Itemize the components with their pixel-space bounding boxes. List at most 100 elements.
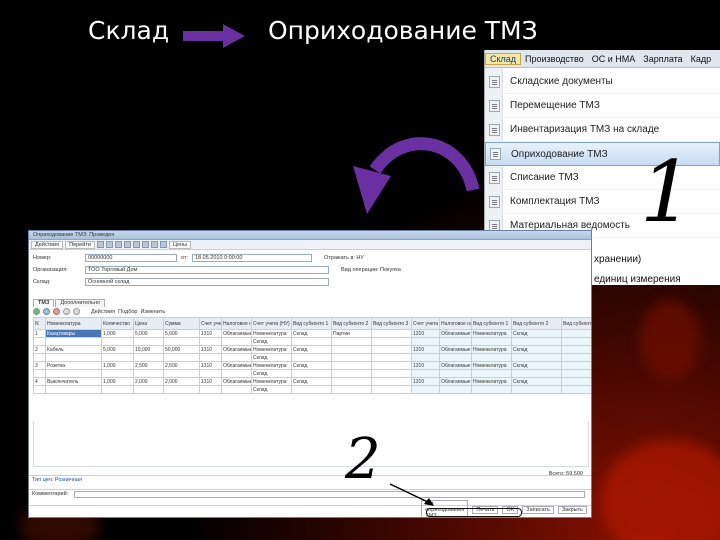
col-header[interactable]: Вид субконто 2	[331, 317, 372, 330]
date-field[interactable]: 18.05.2010 0:00:00	[192, 253, 312, 262]
cell[interactable]: Номенклатура	[251, 377, 292, 386]
cell[interactable]	[561, 329, 591, 338]
cell[interactable]: 5,000	[133, 329, 164, 338]
unpost-icon[interactable]	[114, 241, 122, 248]
post-icon[interactable]	[105, 241, 113, 248]
cell[interactable]: Номенклатура	[471, 361, 512, 370]
cell[interactable]: Склад	[511, 361, 562, 370]
menu-item-transfer[interactable]: Перемещение ТМЗ	[485, 94, 720, 118]
save-button[interactable]: Записать	[522, 506, 554, 514]
save-icon[interactable]	[96, 241, 104, 248]
cell[interactable]: Склад	[291, 361, 332, 370]
cell[interactable]	[371, 361, 412, 370]
add-row-icon[interactable]	[33, 308, 40, 315]
tax-checkbox-label[interactable]: Отражать в: НУ	[324, 255, 364, 261]
cell[interactable]: 1310	[411, 329, 440, 338]
cell[interactable]: Облагаемые	[439, 377, 472, 386]
cell[interactable]: Кабель	[45, 345, 102, 354]
structure-icon[interactable]	[141, 241, 149, 248]
movements-icon[interactable]	[150, 241, 158, 248]
cell[interactable]	[331, 377, 372, 386]
col-header[interactable]: Счет учета (НУ)	[411, 317, 440, 330]
close-button[interactable]: Закрыть	[557, 506, 587, 514]
cell[interactable]: 1310	[411, 345, 440, 354]
cell[interactable]: Облагаемые	[221, 377, 252, 386]
cell[interactable]: Номенклатура	[251, 361, 292, 370]
cell[interactable]: Номенклатура	[251, 345, 292, 354]
menu-os[interactable]: ОС и НМА	[588, 54, 640, 64]
col-header[interactable]: Счет учета (НУ)	[251, 317, 292, 330]
col-header[interactable]: Счет учета (БУ)	[199, 317, 222, 330]
col-header[interactable]: Количество	[101, 317, 134, 330]
cell[interactable]: Номенклатура	[471, 329, 512, 338]
cell-selected[interactable]: Канцтовары	[45, 329, 102, 338]
cell[interactable]: Выключатель	[45, 377, 102, 386]
cell[interactable]	[331, 345, 372, 354]
warehouse-field[interactable]: Основной склад	[85, 277, 329, 286]
cell[interactable]: Склад	[291, 377, 332, 386]
menu-sklad[interactable]: Склад	[485, 52, 522, 65]
help-icon[interactable]	[159, 241, 167, 248]
cell[interactable]: Номенклатура	[471, 345, 512, 354]
cell[interactable]	[561, 345, 591, 354]
menu-item-inventory[interactable]: Инвентаризация ТМЗ на складе	[485, 118, 720, 142]
cell[interactable]: 1,000	[101, 361, 134, 370]
toolbar-actions-button[interactable]: Действия	[31, 240, 64, 249]
move-up-icon[interactable]	[63, 308, 70, 315]
col-header[interactable]: Налоговое назначение	[439, 317, 472, 330]
cell[interactable]: Облагаемые	[221, 345, 252, 354]
cell[interactable]	[561, 361, 591, 370]
cell[interactable]: 5,000	[101, 345, 134, 354]
cell[interactable]: Розетка	[45, 361, 102, 370]
tab-tmz[interactable]: ТМЗ	[33, 299, 55, 307]
print-icon[interactable]	[123, 241, 131, 248]
grid-select-button[interactable]: Подбор	[118, 309, 137, 315]
cell[interactable]: 1310	[199, 361, 222, 370]
menu-item-warehouse-docs[interactable]: Складские документы	[485, 70, 720, 94]
cell[interactable]: 1310	[411, 377, 440, 386]
menu-production[interactable]: Производство	[521, 54, 588, 64]
price-type-link[interactable]: Тип цен: Розничная	[32, 477, 82, 483]
cell[interactable]: Склад	[511, 329, 562, 338]
col-header[interactable]: Вид субконто 3	[561, 317, 591, 330]
tab-additional[interactable]: Дополнительно	[55, 299, 105, 307]
cell[interactable]	[371, 377, 412, 386]
cell[interactable]: Склад	[511, 345, 562, 354]
grid-edit-button[interactable]: Изменить	[140, 309, 165, 315]
cell[interactable]: 2,000	[133, 377, 164, 386]
comment-input[interactable]	[74, 490, 585, 498]
menu-salary[interactable]: Зарплата	[639, 54, 686, 64]
cell[interactable]: Номенклатура	[251, 329, 292, 338]
table-row[interactable]: 2 Кабель 5,000 10,000 50,000 1310 Облага…	[33, 345, 591, 354]
cell[interactable]: 10,000	[133, 345, 164, 354]
cell[interactable]: 2,000	[163, 377, 200, 386]
col-header[interactable]: Налоговое назначение	[221, 317, 252, 330]
organization-field[interactable]: ТОО Торговый Дом	[85, 265, 329, 274]
cell[interactable]	[561, 377, 591, 386]
table-row[interactable]: 3 Розетка 1,000 2,500 2,500 1310 Облагае…	[33, 361, 591, 370]
cell[interactable]: 50,000	[163, 345, 200, 354]
cell[interactable]: Облагаемые	[221, 361, 252, 370]
cell[interactable]: Облагаемые	[439, 361, 472, 370]
menu-hr[interactable]: Кадр	[687, 54, 716, 64]
cell[interactable]	[331, 361, 372, 370]
col-header[interactable]: Вид субконто 3	[371, 317, 412, 330]
col-header[interactable]: N	[33, 317, 46, 330]
number-field[interactable]: 00000000	[85, 253, 177, 262]
cell[interactable]: 1310	[199, 377, 222, 386]
cell[interactable]: Склад	[291, 329, 332, 338]
col-header[interactable]: Номенклатура	[45, 317, 102, 330]
cell[interactable]: Облагаемые	[221, 329, 252, 338]
cell[interactable]	[371, 329, 412, 338]
cell[interactable]: 2,500	[133, 361, 164, 370]
cell[interactable]: Партии	[331, 329, 372, 338]
move-down-icon[interactable]	[73, 308, 80, 315]
table-row[interactable]: 1 Канцтовары 1,000 5,000 5,000 1310 Обла…	[33, 329, 591, 338]
cell[interactable]: Облагаемые	[439, 329, 472, 338]
cell[interactable]: 1310	[199, 329, 222, 338]
cell[interactable]: 5,000	[163, 329, 200, 338]
grid-actions-button[interactable]: Действия	[91, 309, 115, 315]
cell[interactable]: Номенклатура	[471, 377, 512, 386]
copy-icon[interactable]	[132, 241, 140, 248]
cell[interactable]: 1310	[411, 361, 440, 370]
